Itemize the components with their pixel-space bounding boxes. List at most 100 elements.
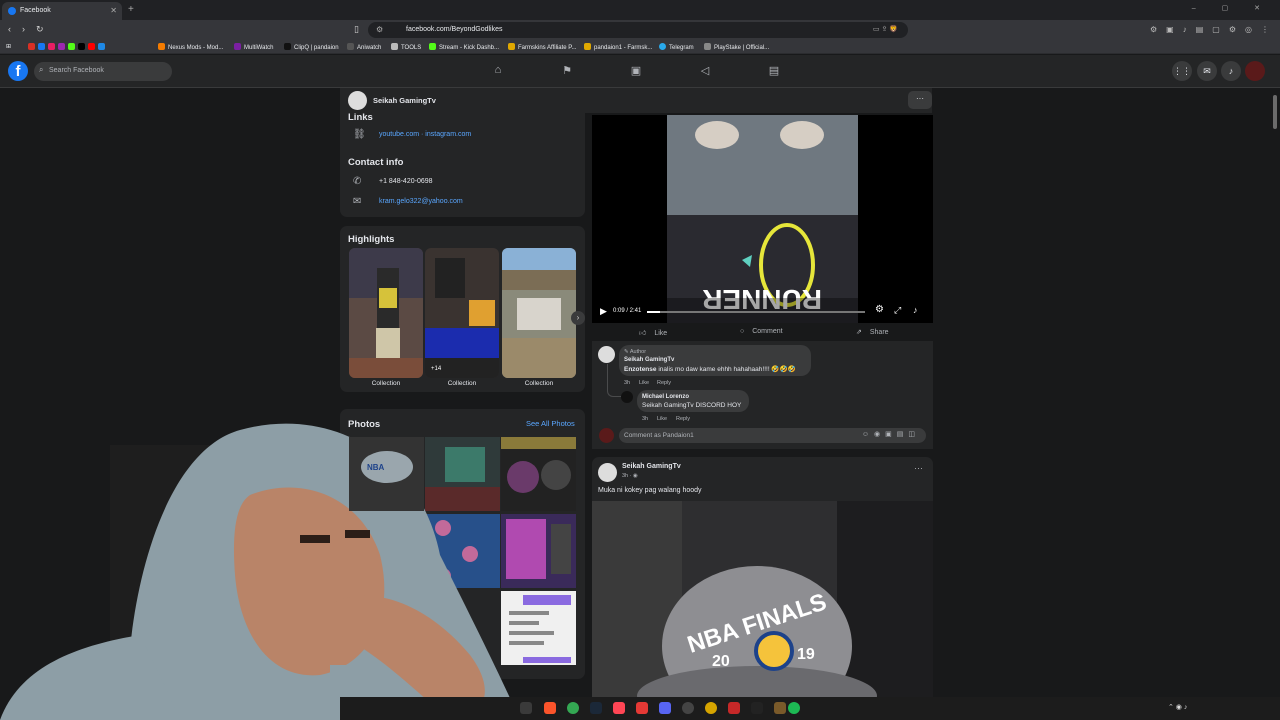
highlight-thumbnail [349, 248, 423, 378]
comment-reply-link[interactable]: Reply [657, 380, 671, 386]
email-icon: ✉ [353, 196, 362, 207]
bookmark-item[interactable]: Aniwatch [347, 43, 381, 51]
video-icon[interactable]: ▣ [628, 64, 644, 78]
menu-grid-icon[interactable]: ⋮⋮ [1172, 61, 1192, 81]
author-badge: ✎ Author [624, 349, 647, 355]
comment-input[interactable]: Comment as Pandaion1 ☺◉▣▤◫ [619, 428, 926, 443]
obs-icon[interactable] [682, 702, 694, 714]
close-tab-icon[interactable]: ✕ [110, 6, 117, 15]
reload-icon[interactable]: ↻ [36, 24, 44, 35]
see-all-photos-link[interactable]: See All Photos [526, 419, 575, 428]
my-avatar[interactable] [599, 428, 614, 443]
like-button[interactable]: 👍︎ Like [639, 328, 667, 337]
valorant-icon[interactable] [613, 702, 625, 714]
chrome-icon[interactable] [567, 702, 579, 714]
site-settings-icon[interactable]: ⚙ [376, 25, 383, 34]
video-frame: RUNNER [592, 115, 933, 323]
bookmark-item[interactable]: Stream - Kick Dashb... [429, 43, 499, 51]
search-input[interactable]: ⌕ Search Facebook [34, 62, 172, 81]
play-icon[interactable]: ▶ [600, 306, 607, 317]
home-icon[interactable]: ⌂ [490, 64, 506, 78]
highlight-thumbnail [425, 248, 499, 378]
discord-icon[interactable] [659, 702, 671, 714]
pages-flag-icon[interactable]: ⚑ [559, 64, 575, 78]
brave-browser-icon[interactable] [544, 702, 556, 714]
profile-avatar[interactable] [348, 91, 367, 110]
browser-tab[interactable]: Facebook ✕ [2, 2, 122, 20]
back-icon[interactable]: ‹ [8, 24, 11, 34]
bookmark-item[interactable]: Telegram [659, 43, 694, 51]
profile-sticky-header: Seikah GamingTv ··· [340, 88, 932, 113]
bookmark-item[interactable]: pandaion1 - Farmsk... [584, 43, 652, 51]
system-tray-icons[interactable]: ⌃ ◉ ♪ [1168, 703, 1187, 711]
bookmark-icons-row[interactable] [28, 43, 108, 51]
taskbar-app-icon[interactable] [774, 702, 786, 714]
video-player[interactable]: RUNNER ▶ 0:09 / 2:41 ⚙ ⤢ ♪ [592, 115, 933, 323]
reply-like-link[interactable]: Like [657, 416, 667, 422]
window-controls[interactable]: – ▢ ✕ [1192, 4, 1272, 12]
fullscreen-icon[interactable]: ⤢ [894, 305, 901, 316]
share-button[interactable]: ⇗ Share [856, 328, 889, 336]
messenger-icon[interactable]: ✉ [1197, 61, 1217, 81]
comment-avatar[interactable] [598, 346, 615, 363]
post-more-icon[interactable]: ··· [914, 463, 923, 473]
taskbar-app-icon[interactable] [636, 702, 648, 714]
address-bar[interactable]: ⚙ facebook.com/BeyondGodlikes ▭ ⇪ 🦁 [368, 22, 908, 38]
reply-avatar[interactable] [621, 391, 633, 403]
bookmark-icon[interactable]: ▯ [354, 24, 359, 35]
page-scrollbar[interactable] [1273, 95, 1277, 129]
bookmark-item[interactable]: MultiWatch [234, 43, 273, 51]
comment-mention[interactable]: Enzotense [624, 366, 657, 373]
bookmark-item[interactable]: Nexus Mods - Mod... [158, 43, 223, 51]
highlight-collection-1[interactable] [349, 248, 423, 378]
volume-icon[interactable]: ♪ [913, 305, 918, 315]
highlight-collection-3[interactable] [502, 248, 576, 378]
svg-text:19: 19 [797, 646, 815, 663]
video-progress-track[interactable] [647, 311, 865, 313]
brave-shield-icon[interactable]: ▭ ⇪ 🦁 [873, 25, 898, 33]
webcam-overlay [0, 395, 520, 720]
forward-icon[interactable]: › [22, 24, 25, 34]
highlight-label: Collection [371, 380, 401, 387]
taskbar-app-icon[interactable] [751, 702, 763, 714]
video-settings-gear-icon[interactable]: ⚙ [875, 304, 884, 315]
comment-author[interactable]: Seikah GamingTv [624, 357, 674, 363]
links-text[interactable]: youtube.com · instagram.com [379, 131, 471, 138]
more-options-button[interactable]: ··· [908, 91, 932, 109]
spotify-icon[interactable] [788, 702, 800, 714]
bookmark-item[interactable]: ClipQ | pandaion [284, 43, 339, 51]
reply-author[interactable]: Michael Lorenzo [642, 394, 689, 400]
comment-attachment-icons[interactable]: ☺◉▣▤◫ [862, 430, 920, 438]
highlight-collection-2[interactable]: +14 [425, 248, 499, 378]
taskbar-app-icon[interactable] [520, 702, 532, 714]
comment-like-link[interactable]: Like [639, 380, 649, 386]
reply-reply-link[interactable]: Reply [676, 416, 690, 422]
highlights-next-arrow-icon[interactable]: › [571, 311, 585, 325]
steam-icon[interactable] [590, 702, 602, 714]
marketplace-icon[interactable]: ▤ [766, 64, 782, 78]
reply-mention[interactable]: Seikah GamingTv [642, 402, 694, 409]
post-author-avatar[interactable] [598, 463, 617, 482]
facebook-logo[interactable]: f [8, 61, 28, 81]
email-text[interactable]: kram.gelo322@yahoo.com [379, 198, 463, 205]
post-image[interactable]: NBA FINALS 20 19 [592, 501, 933, 720]
bookmark-item[interactable]: Farmskins Affiliate P... [508, 43, 576, 51]
video-time: 0:09 / 2:41 [613, 308, 642, 314]
taskbar-app-icon[interactable] [705, 702, 717, 714]
links-title: Links [348, 112, 373, 123]
bookmark-item[interactable]: PlayStake | Official... [704, 43, 769, 51]
photo-thumbnail-cap[interactable]: NBA [349, 437, 424, 511]
post-time[interactable]: 3h · ◉ [622, 473, 638, 479]
notifications-bell-icon[interactable]: ♪ [1221, 61, 1241, 81]
taskbar-app-icon[interactable] [728, 702, 740, 714]
apps-icon[interactable]: ⊞ [6, 43, 11, 50]
ads-megaphone-icon[interactable]: ◁ [697, 64, 713, 78]
account-avatar[interactable] [1245, 61, 1265, 81]
extensions-icons[interactable]: ⚙▣♪▤▢⚙◎⋮ [1150, 25, 1278, 34]
url-text: facebook.com/BeyondGodlikes [406, 26, 503, 33]
profile-name[interactable]: Seikah GamingTv [373, 96, 436, 105]
comment-button[interactable]: ○ Comment [740, 328, 783, 335]
new-tab-icon[interactable]: + [128, 4, 134, 15]
bookmark-folder[interactable]: TOOLS [391, 43, 421, 51]
post-author[interactable]: Seikah GamingTv [622, 463, 681, 470]
